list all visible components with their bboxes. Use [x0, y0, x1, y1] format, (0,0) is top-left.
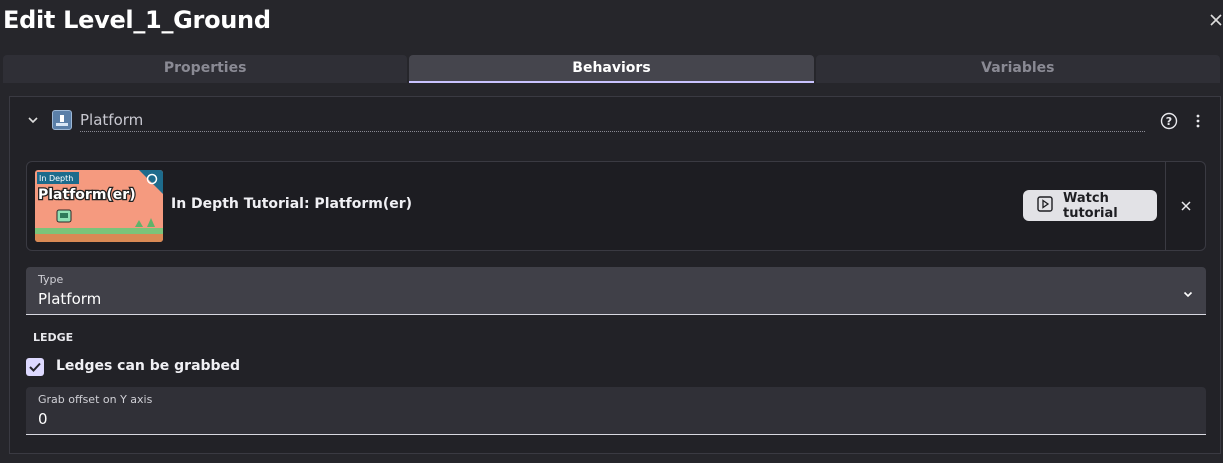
tab-bar: Properties Behaviors Variables: [3, 55, 1222, 83]
svg-text:?: ?: [1166, 115, 1172, 128]
play-icon: [1037, 195, 1053, 216]
watch-tutorial-button[interactable]: Watch tutorial: [1023, 190, 1157, 221]
behavior-header: Platform ?: [10, 109, 1220, 133]
dismiss-tutorial-icon[interactable]: [1179, 198, 1193, 212]
ledges-grabbed-checkbox[interactable]: [26, 358, 44, 376]
chevron-down-icon: [1182, 285, 1194, 298]
tutorial-thumbnail[interactable]: In Depth Platform(er): [35, 170, 163, 242]
tab-properties[interactable]: Properties: [3, 55, 408, 83]
thumbnail-title-text: Platform(er): [38, 187, 136, 203]
tab-variables[interactable]: Variables: [815, 55, 1220, 83]
collapse-chevron-icon[interactable]: [26, 112, 40, 126]
grab-offset-label: Grab offset on Y axis: [38, 393, 153, 406]
help-icon[interactable]: ?: [1160, 112, 1178, 130]
type-select-label: Type: [38, 273, 64, 286]
type-select-value: Platform: [38, 290, 102, 308]
tutorial-divider: [1165, 162, 1166, 250]
grab-offset-value[interactable]: 0: [38, 410, 48, 428]
behavior-name-field[interactable]: Platform: [80, 109, 1145, 132]
thumbnail-badge-text: In Depth: [39, 174, 73, 183]
behavior-panel: Platform ? In Depth Platform(er) In Dept…: [9, 96, 1221, 454]
type-select[interactable]: Type Platform: [26, 267, 1206, 315]
ledge-section-heading: LEDGE: [33, 331, 74, 344]
ledges-grabbed-label[interactable]: Ledges can be grabbed: [56, 358, 240, 374]
tutorial-card: In Depth Platform(er) In Depth Tutorial:…: [26, 161, 1206, 251]
dialog-title: Edit Level_1_Ground: [3, 6, 271, 34]
close-dialog-icon[interactable]: [1209, 12, 1223, 32]
more-options-icon[interactable]: [1193, 113, 1203, 129]
watch-tutorial-label: Watch tutorial: [1063, 190, 1118, 221]
platform-behavior-icon: [52, 110, 72, 130]
tab-behaviors[interactable]: Behaviors: [409, 55, 814, 83]
tutorial-title: In Depth Tutorial: Platform(er): [171, 196, 413, 212]
grab-offset-input[interactable]: Grab offset on Y axis 0: [26, 387, 1206, 435]
